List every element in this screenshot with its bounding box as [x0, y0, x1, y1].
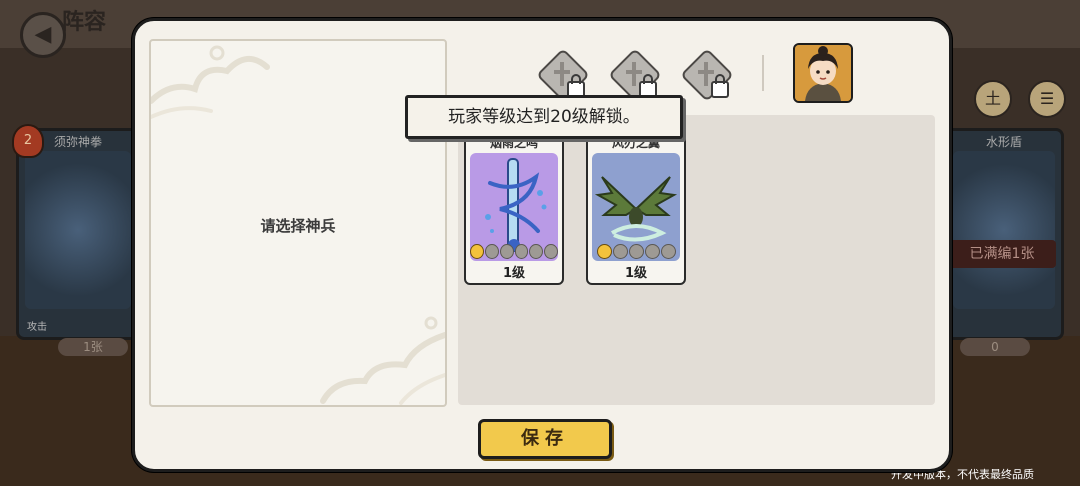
background-card-left: 须弥神拳 攻击	[16, 128, 140, 340]
star-icon	[544, 243, 558, 259]
star-rating	[470, 241, 558, 261]
star-icon	[628, 243, 644, 259]
card-art	[25, 151, 131, 309]
card-attribute: 攻击	[27, 322, 47, 333]
character-avatar[interactable]	[793, 43, 853, 103]
select-weapon-prompt: 请选择神兵	[260, 217, 336, 235]
star-icon	[596, 243, 612, 259]
cloud-decoration-icon	[151, 45, 270, 119]
star-icon	[612, 243, 628, 259]
save-button[interactable]: 保存	[478, 419, 612, 459]
locked-slot-2[interactable]	[608, 48, 662, 102]
card-level-badge: 2	[12, 124, 44, 158]
weapon-card-1[interactable]: 烟雨之鸣 1级	[464, 133, 564, 285]
full-status-badge: 已满编1张	[948, 240, 1056, 268]
weapon-level: 1级	[624, 266, 648, 281]
weapon-card-2[interactable]: 风刃之翼 1级	[586, 133, 686, 285]
star-icon	[514, 243, 529, 259]
selected-weapon-panel[interactable]: 请选择神兵	[149, 39, 447, 407]
unlock-tooltip: 玩家等级达到20级解锁。	[405, 95, 683, 139]
star-icon	[660, 243, 676, 259]
card-art	[953, 151, 1055, 309]
star-rating	[592, 241, 680, 261]
star-icon	[484, 243, 499, 259]
screen-title: 阵容	[62, 10, 107, 35]
cloud-decoration-icon	[320, 316, 445, 405]
card-count: 0	[960, 338, 1030, 356]
weapon-select-dialog: 请选择神兵 烟雨之鸣 1级 风刃之翼 1级 玩家等级达到20级解锁。 保存	[132, 18, 952, 472]
star-icon	[470, 243, 484, 259]
card-name: 水形盾	[985, 135, 1022, 149]
star-icon	[499, 243, 514, 259]
lock-icon	[711, 74, 729, 98]
card-count: 1张	[58, 338, 128, 356]
character-portrait-icon	[795, 45, 851, 101]
back-icon[interactable]: ◀	[20, 12, 66, 58]
divider	[762, 55, 764, 91]
locked-slot-3[interactable]	[680, 48, 734, 102]
star-icon	[644, 243, 660, 259]
weapon-level: 1级	[502, 266, 526, 281]
star-icon	[529, 243, 544, 259]
menu-icon[interactable]: ☰	[1028, 80, 1066, 118]
locked-slot-1[interactable]	[536, 48, 590, 102]
background-card-right: 水形盾	[944, 128, 1064, 340]
earth-element-icon[interactable]: 土	[974, 80, 1012, 118]
